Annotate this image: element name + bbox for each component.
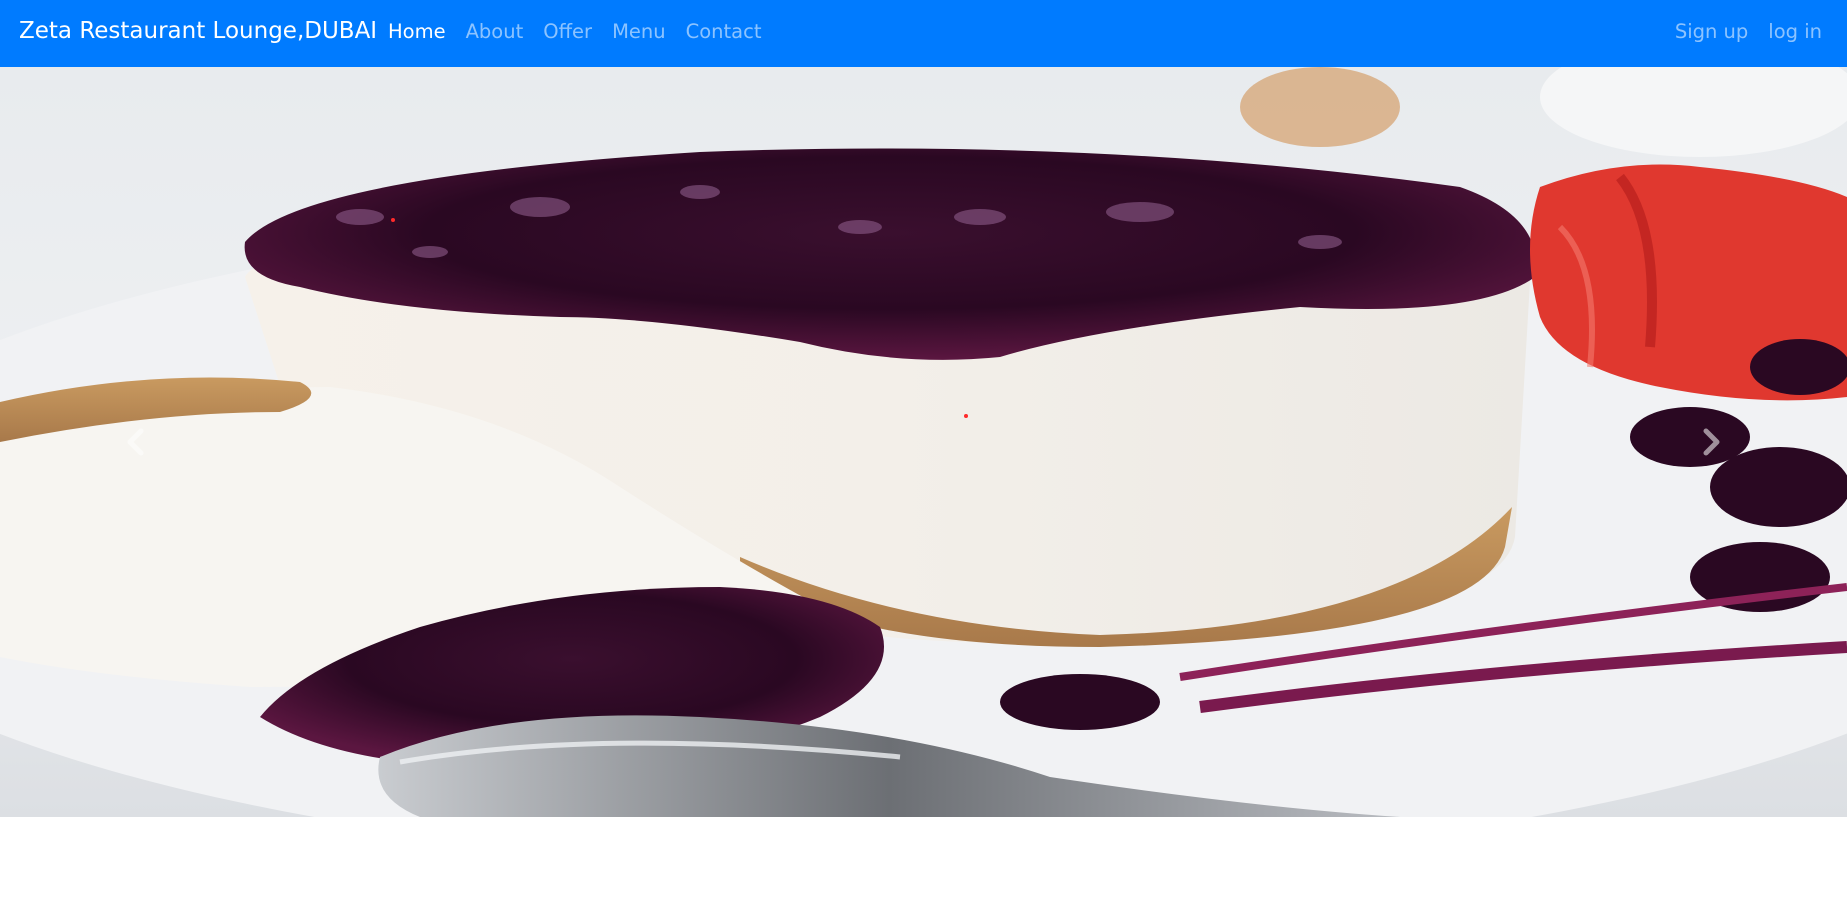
carousel-next-button[interactable] [1577,67,1847,817]
hero-carousel [0,67,1847,817]
chevron-left-icon [127,428,144,456]
nav-link-home[interactable]: Home [388,18,446,48]
log-in-link[interactable]: log in [1768,18,1822,48]
nav-link-menu[interactable]: Menu [612,18,666,48]
nav-menu: Home About Offer Menu Contact [388,18,781,48]
carousel-prev-button[interactable] [0,67,270,817]
brand-link[interactable]: Zeta Restaurant Lounge,DUBAI [19,16,377,46]
auth-links: Sign up log in [1655,18,1822,48]
sign-up-link[interactable]: Sign up [1675,18,1748,48]
cheesecake-slide-image [0,67,1847,817]
chevron-right-icon [1703,428,1720,456]
nav-link-about[interactable]: About [466,18,524,48]
nav-link-offer[interactable]: Offer [543,18,592,48]
top-navbar: Zeta Restaurant Lounge,DUBAI Home About … [0,0,1847,67]
nav-link-contact[interactable]: Contact [686,18,762,48]
